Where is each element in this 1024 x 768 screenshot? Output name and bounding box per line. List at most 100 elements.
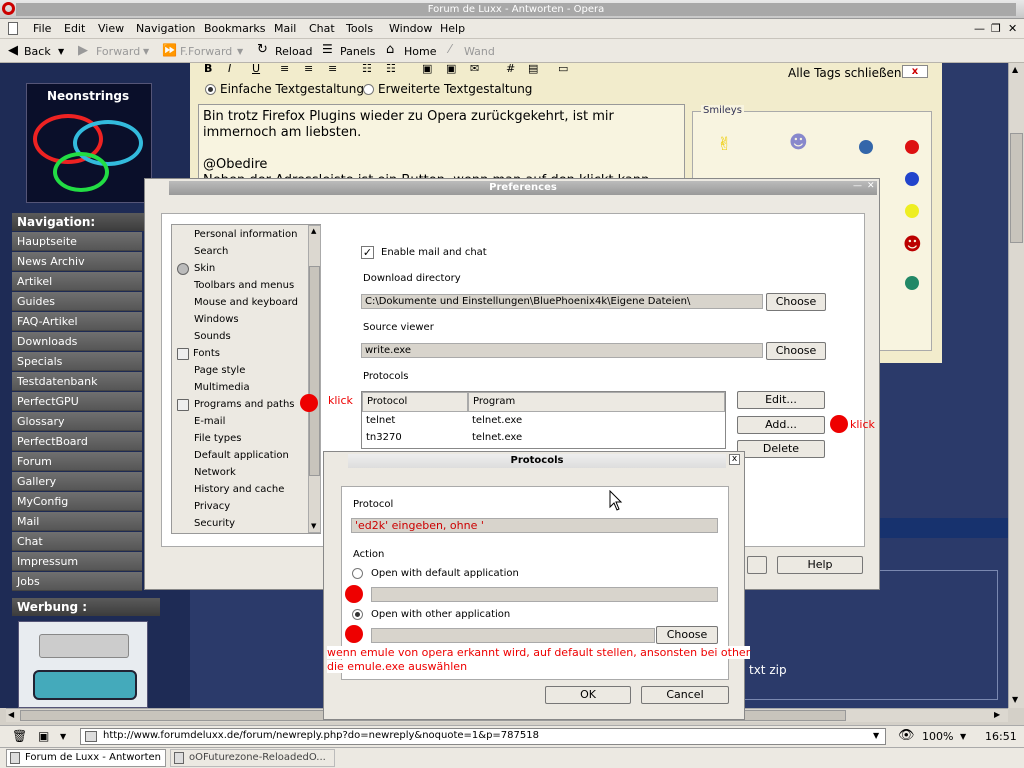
smiley-yellow-icon[interactable] bbox=[905, 204, 919, 218]
menu-view[interactable]: View bbox=[98, 22, 124, 35]
bold-icon[interactable]: B bbox=[204, 62, 212, 75]
list-scrollbar[interactable]: ▲ ▼ bbox=[308, 225, 321, 533]
nav-item-mail[interactable]: Mail bbox=[12, 512, 142, 531]
nav-item-jobs[interactable]: Jobs bbox=[12, 572, 142, 591]
panels-button[interactable]: Panels bbox=[340, 45, 375, 58]
pref-item-windows[interactable]: Windows bbox=[194, 314, 239, 325]
program-column-header[interactable]: Program bbox=[468, 392, 725, 412]
nav-item-hauptseite[interactable]: Hauptseite bbox=[12, 232, 142, 251]
pref-item-history-and-cache[interactable]: History and cache bbox=[194, 484, 284, 495]
program-cell[interactable]: telnet.exe bbox=[472, 415, 522, 426]
prefs-minimize-icon[interactable]: — bbox=[853, 181, 862, 191]
close-tags-label[interactable]: Alle Tags schließen bbox=[788, 66, 902, 80]
pref-item-toolbars-and-menus[interactable]: Toolbars and menus bbox=[194, 280, 294, 291]
nav-item-chat[interactable]: Chat bbox=[12, 532, 142, 551]
protocol-input[interactable]: 'ed2k' eingeben, ohne ' bbox=[351, 518, 718, 533]
other-app-choose-button[interactable]: Choose bbox=[656, 626, 718, 644]
pref-item-programs-and-paths[interactable]: Programs and paths bbox=[194, 399, 295, 410]
menu-edit[interactable]: Edit bbox=[64, 22, 85, 35]
edit-button[interactable]: Edit... bbox=[737, 391, 825, 409]
list-icon[interactable]: ☷ bbox=[362, 62, 372, 75]
indent-icon[interactable]: ☷ bbox=[386, 62, 396, 75]
smiley-banana-icon[interactable]: ✌ bbox=[717, 134, 732, 155]
address-dropdown-icon[interactable]: ▼ bbox=[873, 731, 879, 740]
protocol-cell[interactable]: tn3270 bbox=[366, 432, 402, 443]
nav-item-downloads[interactable]: Downloads bbox=[12, 332, 142, 351]
download-choose-button[interactable]: Choose bbox=[766, 293, 826, 311]
hash-icon[interactable]: # bbox=[506, 62, 515, 75]
scroll-right-icon[interactable]: ▶ bbox=[994, 710, 1000, 719]
restore-icon[interactable]: ❐ bbox=[991, 22, 1001, 35]
close-icon[interactable]: ✕ bbox=[1008, 22, 1017, 35]
forward-button[interactable]: Forward bbox=[96, 45, 140, 58]
simple-format-radio[interactable] bbox=[205, 84, 216, 95]
quote-icon[interactable]: ▭ bbox=[558, 62, 568, 75]
nav-item-myconfig[interactable]: MyConfig bbox=[12, 492, 142, 511]
page-scroll-thumb[interactable] bbox=[1010, 133, 1023, 243]
email-icon[interactable]: ✉ bbox=[470, 62, 479, 75]
link-icon[interactable]: ▣ bbox=[446, 62, 456, 75]
other-app-field[interactable] bbox=[371, 628, 655, 643]
trash-icon[interactable]: 🗑 bbox=[12, 729, 27, 743]
fast-forward-dropdown-icon[interactable]: ▼ bbox=[237, 47, 243, 56]
wand-button[interactable]: Wand bbox=[464, 45, 495, 58]
nav-item-news-archiv[interactable]: News Archiv bbox=[12, 252, 142, 271]
pref-item-security[interactable]: Security bbox=[194, 518, 235, 529]
smiley-blue-icon[interactable] bbox=[859, 140, 873, 154]
fast-forward-button[interactable]: F.Forward bbox=[180, 45, 232, 58]
pref-item-mouse-and-keyboard[interactable]: Mouse and keyboard bbox=[194, 297, 298, 308]
pref-item-default-application[interactable]: Default application bbox=[194, 450, 289, 461]
protocol-cell[interactable]: telnet bbox=[366, 415, 395, 426]
pref-item-page-style[interactable]: Page style bbox=[194, 365, 245, 376]
nav-item-gallery[interactable]: Gallery bbox=[12, 472, 142, 491]
extended-format-radio[interactable] bbox=[363, 84, 374, 95]
pref-item-file-types[interactable]: File types bbox=[194, 433, 241, 444]
menu-bookmarks[interactable]: Bookmarks bbox=[204, 22, 265, 35]
smiley-devil-icon[interactable]: ☻ bbox=[903, 234, 922, 255]
page-scrollbar[interactable]: ▲ ▼ bbox=[1008, 63, 1024, 708]
menu-tools[interactable]: Tools bbox=[346, 22, 373, 35]
underline-icon[interactable]: U bbox=[252, 62, 260, 75]
taskbar-tab-active[interactable]: Forum de Luxx - Antworten bbox=[6, 749, 166, 767]
source-viewer-choose-button[interactable]: Choose bbox=[766, 342, 826, 360]
camera-icon[interactable]: ▣ bbox=[38, 729, 49, 743]
pref-item-multimedia[interactable]: Multimedia bbox=[194, 382, 250, 393]
prefs-close-icon[interactable]: ✕ bbox=[867, 181, 875, 191]
pref-item-fonts[interactable]: Fonts bbox=[193, 348, 220, 359]
nav-item-specials[interactable]: Specials bbox=[12, 352, 142, 371]
cancel-button[interactable]: Cancel bbox=[641, 686, 729, 704]
nav-item-perfectboard[interactable]: PerfectBoard bbox=[12, 432, 142, 451]
smiley-alien-icon[interactable]: ☻ bbox=[789, 132, 808, 153]
camera-dropdown-icon[interactable]: ▼ bbox=[60, 732, 66, 741]
scroll-left-icon[interactable]: ◀ bbox=[8, 710, 14, 719]
menu-mail[interactable]: Mail bbox=[274, 22, 296, 35]
protocol-column-header[interactable]: Protocol bbox=[362, 392, 468, 412]
smiley-blue2-icon[interactable] bbox=[905, 172, 919, 186]
nav-item-testdatenbank[interactable]: Testdatenbank bbox=[12, 372, 142, 391]
nav-item-forum[interactable]: Forum bbox=[12, 452, 142, 471]
pref-item-search[interactable]: Search bbox=[194, 246, 228, 257]
protocols-close-icon[interactable]: x bbox=[729, 454, 740, 465]
align-left-icon[interactable]: ≡ bbox=[280, 62, 289, 75]
pref-item-network[interactable]: Network bbox=[194, 467, 236, 478]
menu-chat[interactable]: Chat bbox=[309, 22, 335, 35]
enable-mail-checkbox[interactable]: ✓ bbox=[361, 246, 374, 259]
taskbar-tab[interactable]: oOFuturezone-ReloadedO... bbox=[170, 749, 335, 767]
nav-item-faq-artikel[interactable]: FAQ-Artikel bbox=[12, 312, 142, 331]
smiley-red-icon[interactable] bbox=[905, 140, 919, 154]
align-right-icon[interactable]: ≡ bbox=[328, 62, 337, 75]
neonstrings-banner[interactable]: Neonstrings bbox=[26, 83, 152, 203]
code-icon[interactable]: ▤ bbox=[528, 62, 538, 75]
zoom-dropdown-icon[interactable]: ▼ bbox=[960, 732, 966, 741]
back-button[interactable]: Back bbox=[24, 45, 51, 58]
menu-file[interactable]: File bbox=[33, 22, 51, 35]
pref-item-privacy[interactable]: Privacy bbox=[194, 501, 230, 512]
forward-dropdown-icon[interactable]: ▼ bbox=[143, 47, 149, 56]
smiley-green-icon[interactable] bbox=[905, 276, 919, 290]
home-button[interactable]: Home bbox=[404, 45, 436, 58]
pref-item-sounds[interactable]: Sounds bbox=[194, 331, 231, 342]
close-tags-button[interactable]: x bbox=[902, 65, 928, 78]
list-scroll-down-icon[interactable]: ▼ bbox=[311, 522, 316, 530]
help-button[interactable]: Help bbox=[777, 556, 863, 574]
zoom-level[interactable]: 100% bbox=[922, 730, 953, 743]
